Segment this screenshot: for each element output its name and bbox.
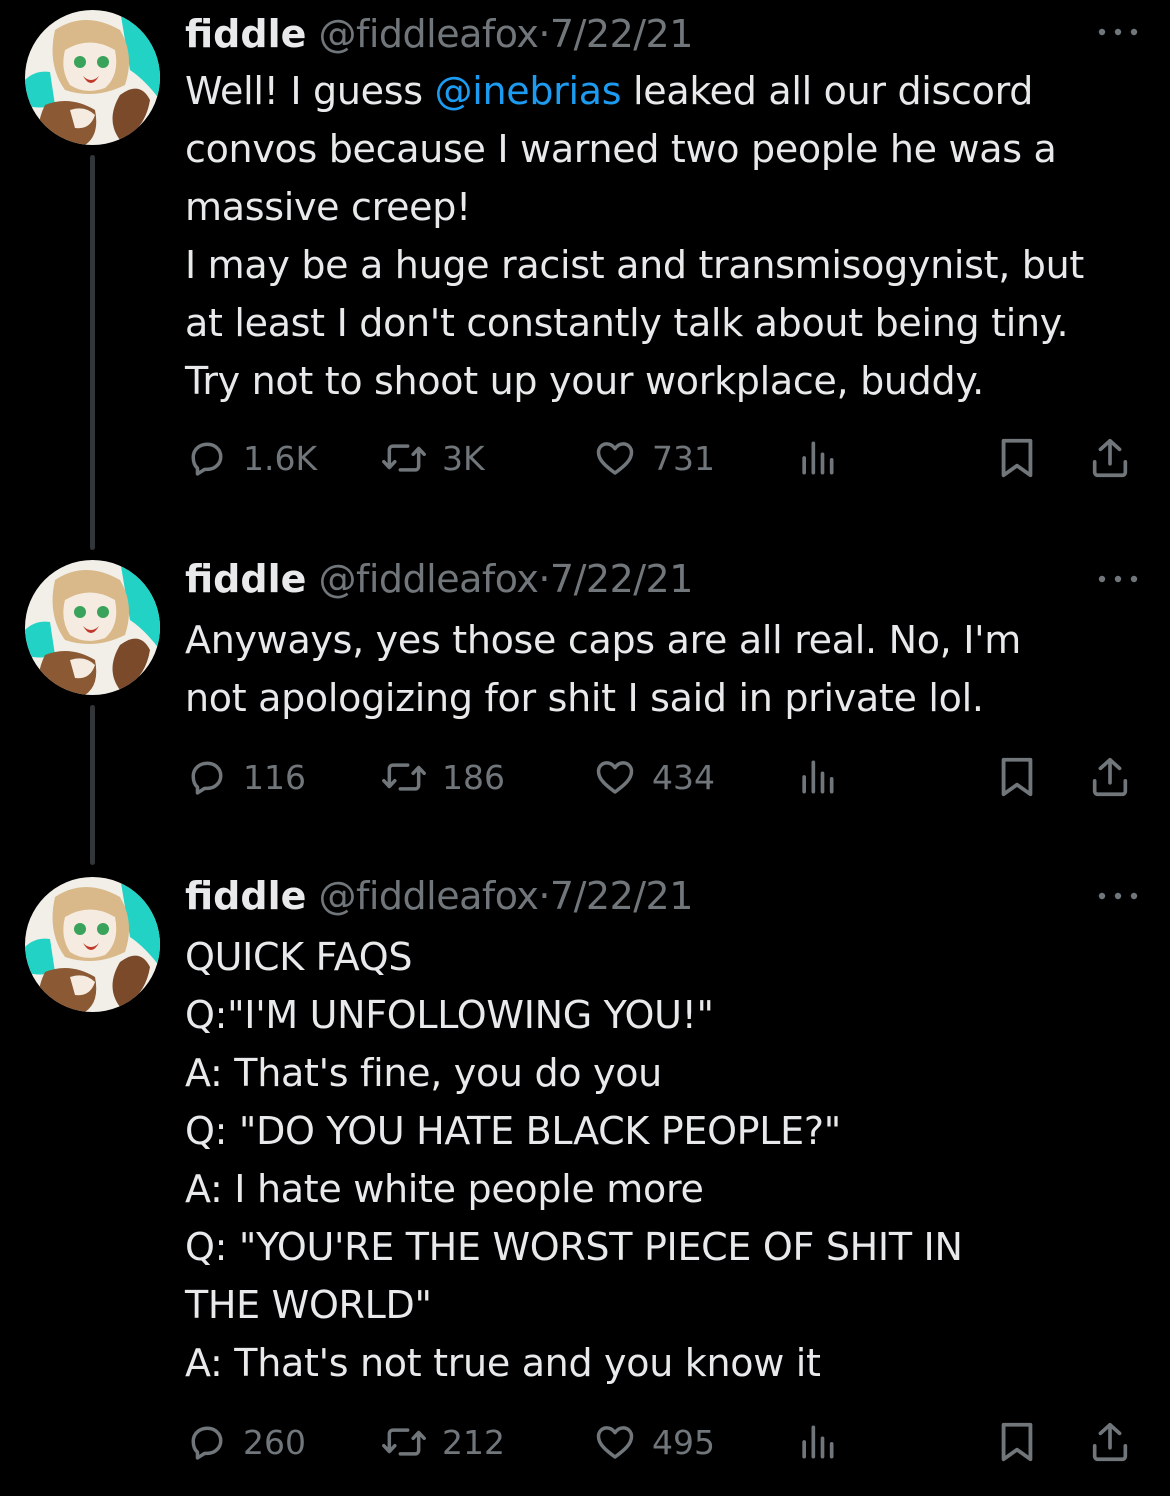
avatar[interactable] (25, 10, 160, 145)
separator-dot: · (538, 557, 550, 601)
tweet-date[interactable]: 7/22/21 (550, 557, 694, 601)
bookmark-button[interactable] (997, 747, 1037, 807)
tweet-header: fiddle @fiddleafox·7/22/21 (185, 10, 693, 58)
reply-icon (191, 761, 223, 795)
text-line: QUICK FAQS (185, 935, 413, 979)
user-handle[interactable]: @fiddleafox (318, 557, 538, 601)
heart-icon (596, 442, 634, 475)
action-bar: 116 186 434 (185, 747, 1145, 807)
tweet-text: Anyways, yes those caps are all real. No… (185, 611, 1130, 727)
text-line: A: That's fine, you do you (185, 1051, 662, 1095)
retweet-count: 3K (442, 438, 485, 478)
text-line: convos because I warned two people he wa… (185, 127, 1057, 171)
text-line: THE WORLD" (185, 1283, 432, 1327)
bookmark-icon (1001, 1422, 1033, 1462)
reply-icon (191, 1426, 223, 1460)
tweet-header: fiddle @fiddleafox·7/22/21 (185, 872, 693, 920)
reply-count: 116 (243, 757, 306, 797)
reply-count: 1.6K (243, 438, 318, 478)
tweet-header: fiddle @fiddleafox·7/22/21 (185, 555, 693, 603)
avatar[interactable] (25, 560, 160, 695)
reply-count: 260 (243, 1422, 306, 1462)
more-dots-icon[interactable] (1096, 569, 1140, 589)
text-line: Anyways, yes those caps are all real. No… (185, 618, 1021, 662)
reply-icon (191, 442, 223, 476)
text-line: Q:"I'M UNFOLLOWING YOU!" (185, 993, 714, 1037)
reply-button[interactable]: 1.6K (185, 428, 317, 488)
retweet-icon (382, 763, 426, 791)
user-handle[interactable]: @fiddleafox (318, 874, 538, 918)
tweet[interactable]: fiddle @fiddleafox·7/22/21 Well! I guess… (0, 0, 1170, 550)
action-bar: 1.6K 3K 731 (185, 428, 1145, 488)
text-line: at least I don't constantly talk about b… (185, 301, 1069, 345)
like-count: 495 (652, 1422, 715, 1462)
mention-link[interactable]: @inebrias (435, 69, 622, 113)
share-icon (1092, 757, 1128, 797)
bookmark-icon (1001, 757, 1033, 797)
share-button[interactable] (1087, 428, 1133, 488)
more-dots-icon[interactable] (1096, 886, 1140, 906)
avatar[interactable] (25, 877, 160, 1012)
retweet-button[interactable]: 212 (380, 1412, 505, 1472)
reply-button[interactable]: 116 (185, 747, 306, 807)
text-line: A: That's not true and you know it (185, 1341, 821, 1385)
retweet-icon (382, 444, 426, 472)
like-button[interactable]: 731 (592, 428, 715, 488)
action-bar: 260 212 495 (185, 1412, 1145, 1472)
text-line: not apologizing for shit I said in priva… (185, 676, 984, 720)
retweet-count: 186 (442, 757, 505, 797)
tweet-date[interactable]: 7/22/21 (550, 12, 694, 56)
like-button[interactable]: 495 (592, 1412, 715, 1472)
user-handle[interactable]: @fiddleafox (318, 12, 538, 56)
avatar-image (25, 560, 160, 695)
views-chart-icon (802, 441, 834, 475)
retweet-icon (382, 1428, 426, 1456)
retweet-button[interactable]: 3K (380, 428, 485, 488)
tweet[interactable]: fiddle @fiddleafox·7/22/21 QUICK FAQS Q:… (0, 872, 1170, 1496)
bookmark-button[interactable] (997, 1412, 1037, 1472)
tweet-date[interactable]: 7/22/21 (550, 874, 694, 918)
text-line: Q: "YOU'RE THE WORST PIECE OF SHIT IN (185, 1225, 963, 1269)
display-name[interactable]: fiddle (185, 557, 306, 601)
bookmark-icon (1001, 438, 1033, 478)
like-button[interactable]: 434 (592, 747, 715, 807)
display-name[interactable]: fiddle (185, 12, 306, 56)
avatar-image (25, 10, 160, 145)
display-name[interactable]: fiddle (185, 874, 306, 918)
thread-line (90, 155, 95, 550)
bookmark-button[interactable] (997, 428, 1037, 488)
tweet-text: Well! I guess @inebrias leaked all our d… (185, 62, 1130, 410)
separator-dot: · (538, 874, 550, 918)
views-button[interactable] (795, 1412, 839, 1472)
retweet-button[interactable]: 186 (380, 747, 505, 807)
views-button[interactable] (795, 747, 839, 807)
avatar-image (25, 877, 160, 1012)
text-line: A: I hate white people more (185, 1167, 704, 1211)
share-button[interactable] (1087, 747, 1133, 807)
retweet-count: 212 (442, 1422, 505, 1462)
views-chart-icon (802, 1425, 834, 1459)
share-button[interactable] (1087, 1412, 1133, 1472)
text-line: Well! I guess @inebrias leaked all our d… (185, 69, 1034, 113)
text-line: massive creep! (185, 185, 471, 229)
share-icon (1092, 1422, 1128, 1462)
more-dots-icon[interactable] (1096, 22, 1140, 42)
share-icon (1092, 438, 1128, 478)
separator-dot: · (538, 12, 550, 56)
views-button[interactable] (795, 428, 839, 488)
tweet-text: QUICK FAQS Q:"I'M UNFOLLOWING YOU!" A: T… (185, 928, 1130, 1392)
views-chart-icon (802, 760, 834, 794)
tweet[interactable]: fiddle @fiddleafox·7/22/21 Anyways, yes … (0, 555, 1170, 870)
text-line: Try not to shoot up your workplace, budd… (185, 359, 984, 403)
text-line: Q: "DO YOU HATE BLACK PEOPLE?" (185, 1109, 841, 1153)
thread-line (90, 705, 95, 865)
like-count: 434 (652, 757, 715, 797)
heart-icon (596, 1426, 634, 1459)
text-line: I may be a huge racist and transmisogyni… (185, 243, 1084, 287)
heart-icon (596, 761, 634, 794)
like-count: 731 (652, 438, 715, 478)
reply-button[interactable]: 260 (185, 1412, 306, 1472)
